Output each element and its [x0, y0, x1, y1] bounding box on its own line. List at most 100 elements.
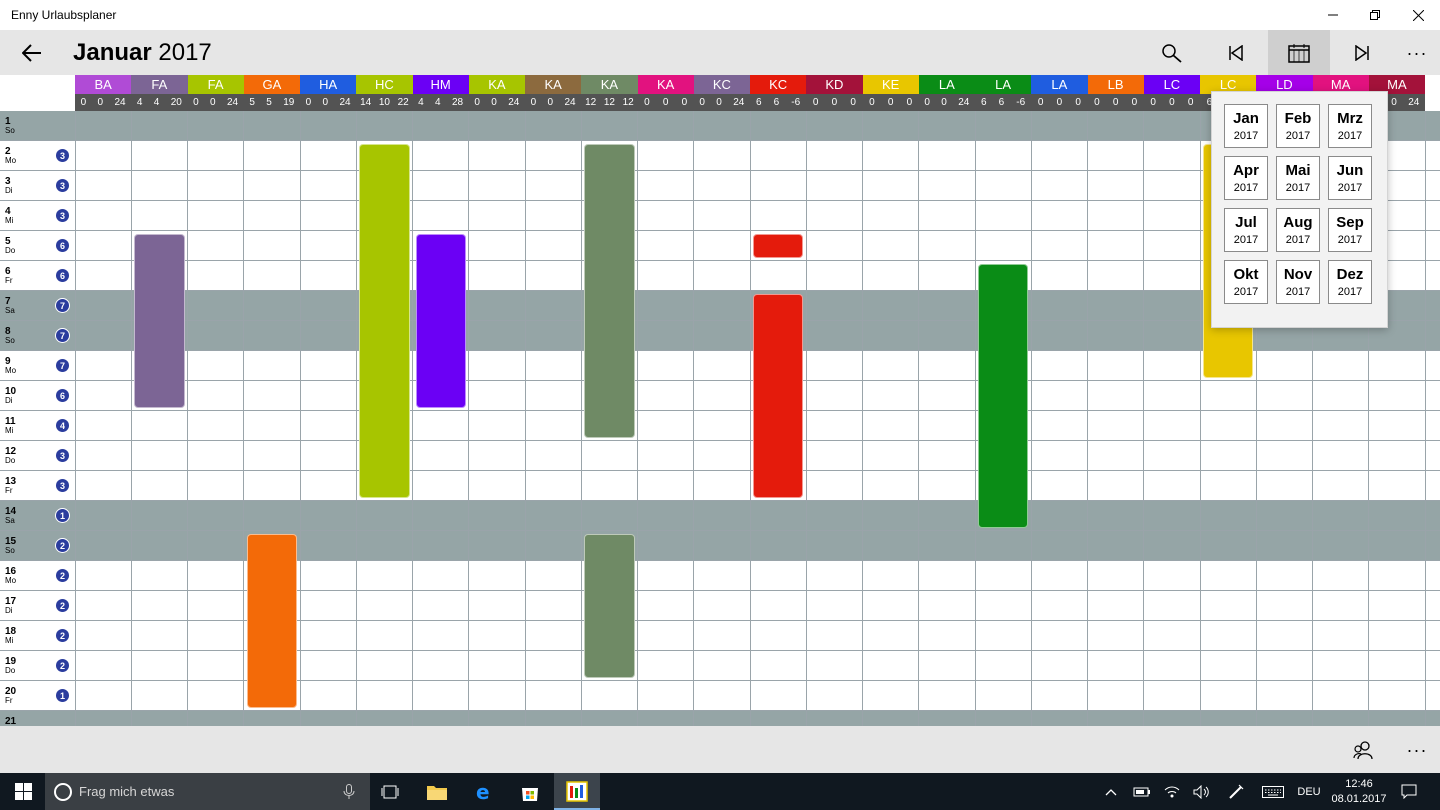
store-button[interactable] [507, 773, 553, 810]
employee-column-header[interactable]: LA [1031, 75, 1088, 94]
day-row[interactable]: 19 Do 2 [0, 651, 1440, 681]
count-value: 12 [622, 97, 634, 108]
day-label-cell: 5 Do 6 [0, 231, 75, 261]
employee-column-header[interactable]: HM [412, 75, 469, 94]
month-picker-flyout: Jan 2017 Feb 2017 Mrz 2017 Apr 2017 Mai 2017 Jun 20… [1211, 91, 1388, 328]
vacation-counts: 00 24 [918, 94, 975, 111]
employee-column-header[interactable]: FA [187, 75, 244, 94]
employee-column-header[interactable]: HA [300, 75, 357, 94]
absence-bar[interactable] [753, 294, 804, 498]
skip-back-icon [1229, 44, 1243, 61]
weekday-name: Mi [5, 216, 14, 225]
battery-button[interactable] [1130, 773, 1154, 810]
day-label-cell: 20 Fr 1 [0, 681, 75, 711]
month-button-apr[interactable]: Apr 2017 [1224, 156, 1268, 200]
absence-bar[interactable] [415, 234, 466, 408]
vacation-counts: 6 6 -6 [975, 94, 1032, 111]
grid-line [412, 111, 413, 726]
month-name: Apr [1233, 162, 1259, 179]
action-center-button[interactable] [1396, 773, 1422, 810]
employee-column-header[interactable]: KE [862, 75, 919, 94]
people-button[interactable] [1332, 726, 1394, 773]
clock-time: 12:46 [1345, 777, 1373, 790]
command-more-button[interactable]: ··· [1386, 726, 1440, 773]
employee-column-header[interactable]: FA [131, 75, 188, 94]
month-button-jun[interactable]: Jun 2017 [1328, 156, 1372, 200]
month-button-mrz[interactable]: Mrz 2017 [1328, 104, 1372, 148]
employee-column-header[interactable]: KA [525, 75, 582, 94]
day-row[interactable]: 13 Fr 3 [0, 471, 1440, 501]
day-row[interactable]: 12 Do 3 [0, 441, 1440, 471]
weekday-name: Sa [5, 306, 15, 315]
search-button[interactable] [1141, 30, 1203, 75]
month-button-jan[interactable]: Jan 2017 [1224, 104, 1268, 148]
count-value: 19 [283, 97, 295, 108]
day-row[interactable]: 11 Mi 4 [0, 411, 1440, 441]
vacation-counts: 00 24 [300, 94, 357, 111]
file-explorer-button[interactable] [414, 773, 460, 810]
vacation-counts: 0 0 0 [806, 94, 863, 111]
employee-column-header[interactable]: KA [468, 75, 525, 94]
month-button-okt[interactable]: Okt 2017 [1224, 260, 1268, 304]
absence-bar[interactable] [584, 534, 635, 678]
day-row[interactable]: 18 Mi 2 [0, 621, 1440, 651]
edge-button[interactable]: e [461, 773, 507, 810]
month-button-aug[interactable]: Aug 2017 [1276, 208, 1320, 252]
minimize-button[interactable] [1310, 0, 1356, 30]
absence-bar[interactable] [978, 264, 1029, 528]
employee-column-header[interactable]: LA [918, 75, 975, 94]
next-month-button[interactable] [1331, 30, 1393, 75]
restore-button[interactable] [1352, 0, 1398, 30]
pen-button[interactable] [1224, 773, 1248, 810]
absence-count-badge: 2 [55, 658, 70, 673]
employee-column-header[interactable]: LB [1087, 75, 1144, 94]
employee-column-header[interactable]: BA [75, 75, 132, 94]
cortana-search-box[interactable]: Frag mich etwas [45, 773, 370, 810]
day-row[interactable]: 10 Di 6 [0, 381, 1440, 411]
network-button[interactable] [1160, 773, 1184, 810]
people-icon [1353, 740, 1373, 759]
month-year: 2017 [1233, 286, 1259, 298]
day-row[interactable]: 21 [0, 711, 1440, 726]
month-button-dez[interactable]: Dez 2017 [1328, 260, 1372, 304]
absence-bar[interactable] [246, 534, 297, 708]
month-button-sep[interactable]: Sep 2017 [1328, 208, 1372, 252]
month-button-jul[interactable]: Jul 2017 [1224, 208, 1268, 252]
more-options-button[interactable]: ··· [1386, 30, 1440, 75]
close-button[interactable] [1395, 0, 1440, 30]
employee-column-header[interactable]: LC [1143, 75, 1200, 94]
employee-column-header[interactable]: LA [975, 75, 1032, 94]
month-button-feb[interactable]: Feb 2017 [1276, 104, 1320, 148]
month-button-mai[interactable]: Mai 2017 [1276, 156, 1320, 200]
absence-bar[interactable] [753, 234, 804, 258]
employee-column-header[interactable]: KA [581, 75, 638, 94]
employee-column-header[interactable]: HC [356, 75, 413, 94]
start-button[interactable] [0, 773, 46, 810]
day-row[interactable]: 15 So 2 [0, 531, 1440, 561]
task-view-button[interactable] [367, 773, 413, 810]
tray-overflow-button[interactable] [1100, 773, 1122, 810]
employee-column-header[interactable]: GA [243, 75, 300, 94]
employee-column-header[interactable]: KC [693, 75, 750, 94]
day-row[interactable]: 20 Fr 1 [0, 681, 1440, 711]
absence-bar[interactable] [134, 234, 185, 408]
count-value: -6 [791, 97, 801, 108]
count-value: 0 [1056, 97, 1063, 108]
month-picker-button[interactable] [1268, 30, 1330, 75]
back-button[interactable] [14, 36, 50, 70]
input-language-button[interactable]: DEU [1294, 773, 1324, 810]
absence-bar[interactable] [359, 144, 410, 498]
month-button-nov[interactable]: Nov 2017 [1276, 260, 1320, 304]
employee-column-header[interactable]: KC [750, 75, 807, 94]
urlaubsplaner-app-button[interactable] [554, 773, 600, 810]
previous-month-button[interactable] [1205, 30, 1267, 75]
absence-bar[interactable] [584, 144, 635, 438]
employee-column-header[interactable]: KA [637, 75, 694, 94]
day-row[interactable]: 14 Sa 1 [0, 501, 1440, 531]
day-row[interactable]: 16 Mo 2 [0, 561, 1440, 591]
keyboard-button[interactable] [1258, 773, 1288, 810]
employee-column-header[interactable]: KD [806, 75, 863, 94]
clock-button[interactable]: 12:46 08.01.2017 [1328, 773, 1390, 810]
day-row[interactable]: 17 Di 2 [0, 591, 1440, 621]
volume-button[interactable] [1190, 773, 1214, 810]
